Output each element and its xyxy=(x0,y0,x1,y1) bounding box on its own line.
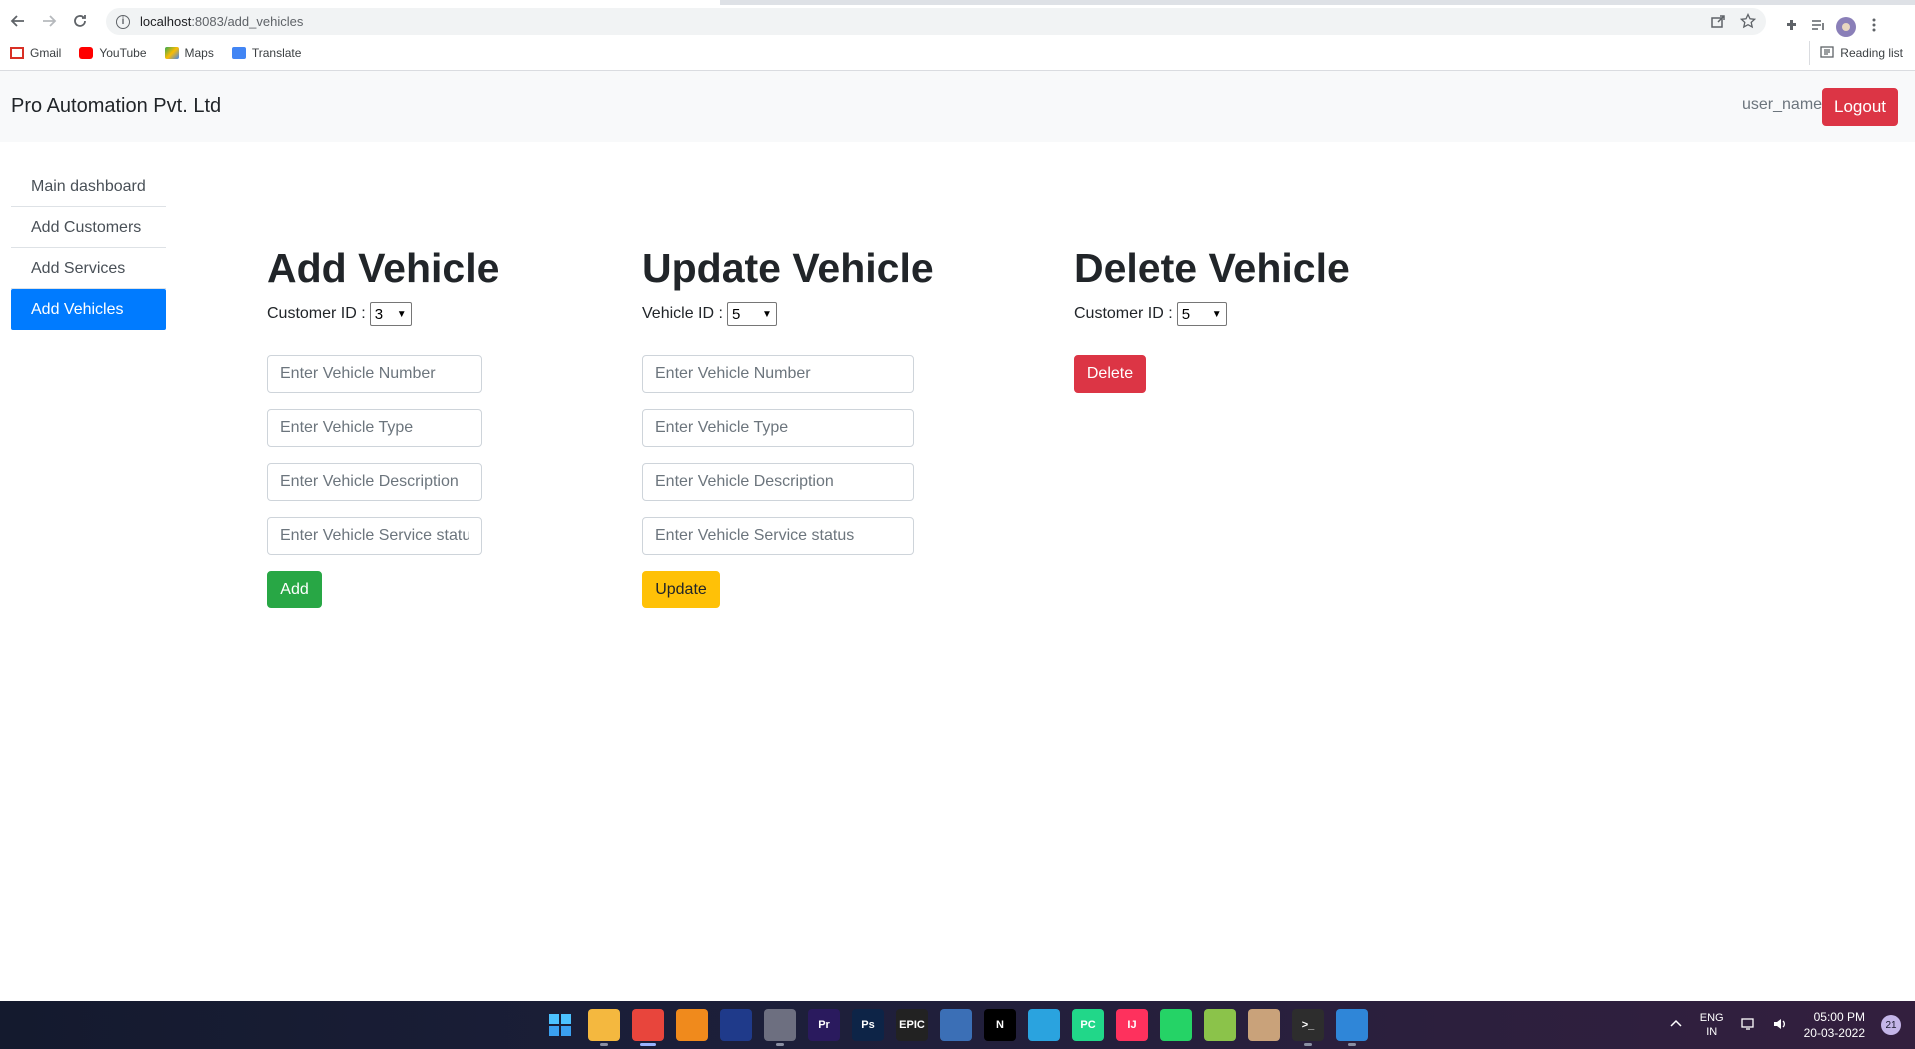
extensions-icon[interactable] xyxy=(1784,17,1800,38)
profile-avatar[interactable] xyxy=(1836,17,1856,37)
tab-strip xyxy=(0,0,1915,5)
sidebar-item-add-customers[interactable]: Add Customers xyxy=(11,207,166,248)
add-button[interactable]: Add xyxy=(267,571,322,608)
chevron-down-icon: ▼ xyxy=(762,308,772,320)
delete-customer-id-select[interactable]: 5 ▼ xyxy=(1176,302,1227,326)
chrome-icon[interactable] xyxy=(632,1009,664,1046)
update-button[interactable]: Update xyxy=(642,571,720,608)
paint-icon[interactable] xyxy=(1248,1009,1280,1041)
update-vehicle-title: Update Vehicle xyxy=(642,245,934,291)
network-icon[interactable] xyxy=(1740,1016,1756,1035)
update-vehicle-description-input[interactable] xyxy=(642,463,914,501)
bookmark-maps[interactable]: Maps xyxy=(164,46,214,60)
bluestacks-icon[interactable] xyxy=(1204,1009,1236,1041)
add-vehicle-status-input[interactable] xyxy=(267,517,482,555)
add-vehicle-title: Add Vehicle xyxy=(267,245,500,291)
gmail-icon xyxy=(10,47,24,59)
maps-icon xyxy=(164,47,179,59)
translate-icon xyxy=(231,47,246,59)
pycharm-icon[interactable]: PC xyxy=(1072,1009,1104,1041)
logout-button[interactable]: Logout xyxy=(1822,88,1898,126)
sidebar-item-main-dashboard[interactable]: Main dashboard xyxy=(11,166,166,207)
reload-icon[interactable] xyxy=(67,8,93,34)
site-info-icon[interactable]: i xyxy=(116,14,130,29)
bookmark-youtube[interactable]: YouTube xyxy=(79,46,147,60)
bookmarks-bar: Gmail YouTube Maps Translate Reading lis… xyxy=(0,41,1915,65)
vehicle-id-label: Vehicle ID : xyxy=(642,305,723,322)
add-vehicle-panel: Add Vehicle Customer ID : 3 ▼ xyxy=(267,240,499,326)
netflix-icon[interactable]: N xyxy=(984,1009,1016,1041)
premiere-icon[interactable]: Pr xyxy=(808,1009,840,1041)
delete-button[interactable]: Delete xyxy=(1074,355,1146,393)
clock[interactable]: 05:00 PM 20-03-2022 xyxy=(1804,1009,1865,1041)
customer-id-select[interactable]: 3 ▼ xyxy=(369,302,412,326)
delete-vehicle-title: Delete Vehicle xyxy=(1074,245,1350,291)
start-icon[interactable] xyxy=(544,1009,576,1041)
omnibox-actions xyxy=(1710,12,1757,34)
chevron-down-icon: ▼ xyxy=(1211,308,1222,320)
update-vehicle-panel: Update Vehicle Vehicle ID : 5 ▼ xyxy=(642,240,934,326)
fl-studio-icon[interactable] xyxy=(676,1009,708,1041)
reading-list-button[interactable]: Reading list xyxy=(1809,41,1903,65)
reading-list-icon xyxy=(1820,45,1834,62)
sidebar-item-add-vehicles[interactable]: Add Vehicles xyxy=(11,289,166,330)
sidebar: Main dashboard Add Customers Add Service… xyxy=(11,166,166,330)
media-controls-icon[interactable] xyxy=(1810,17,1826,38)
intellij-icon[interactable]: IJ xyxy=(1116,1009,1148,1041)
back-icon[interactable] xyxy=(5,8,31,34)
share-icon[interactable] xyxy=(1710,13,1726,34)
volume-icon[interactable] xyxy=(1772,1016,1788,1035)
url-text: localhost:8083/add_vehicles xyxy=(140,14,304,29)
firefox-icon[interactable] xyxy=(720,1009,752,1041)
taskbar: Pr Ps EPIC N PC IJ >_ ENG IN 05:00 PM 20-03-20… xyxy=(0,1001,1915,1049)
address-bar[interactable]: i localhost:8083/add_vehicles xyxy=(106,8,1766,35)
language-indicator[interactable]: ENG IN xyxy=(1700,1011,1724,1039)
browser-extensions xyxy=(1784,12,1882,42)
photos-icon[interactable] xyxy=(1336,1009,1368,1046)
whatsapp-icon[interactable] xyxy=(1160,1009,1192,1041)
virtualbox-icon[interactable] xyxy=(940,1009,972,1041)
add-vehicle-description-input[interactable] xyxy=(267,463,482,501)
delete-customer-id-row: Customer ID : 5 ▼ xyxy=(1074,302,1350,326)
browser-menu-icon[interactable] xyxy=(1866,17,1882,38)
bookmark-translate[interactable]: Translate xyxy=(231,46,301,60)
user-name: user_name xyxy=(1742,96,1823,113)
update-vehicle-type-input[interactable] xyxy=(642,409,914,447)
file-explorer-icon[interactable] xyxy=(588,1009,620,1046)
add-vehicle-number-input[interactable] xyxy=(267,355,482,393)
active-tab[interactable] xyxy=(0,0,720,5)
terminal-icon[interactable]: >_ xyxy=(1292,1009,1324,1046)
telegram-icon[interactable] xyxy=(1028,1009,1060,1041)
delete-vehicle-panel: Delete Vehicle Customer ID : 5 ▼ xyxy=(1074,240,1350,326)
youtube-icon xyxy=(79,47,94,59)
vehicle-id-select[interactable]: 5 ▼ xyxy=(726,302,777,326)
update-vehicle-status-input[interactable] xyxy=(642,517,914,555)
notification-badge[interactable]: 21 xyxy=(1881,1015,1901,1035)
app-icon[interactable] xyxy=(764,1009,796,1046)
bookmark-star-icon[interactable] xyxy=(1739,12,1757,34)
brand-name[interactable]: Pro Automation Pvt. Ltd xyxy=(11,95,221,118)
vehicle-id-row: Vehicle ID : 5 ▼ xyxy=(642,302,934,326)
photoshop-icon[interactable]: Ps xyxy=(852,1009,884,1041)
system-tray: ENG IN 05:00 PM 20-03-2022 21 xyxy=(1668,1001,1901,1049)
bookmark-gmail[interactable]: Gmail xyxy=(10,46,61,60)
delete-customer-id-label: Customer ID : xyxy=(1074,305,1173,322)
customer-id-row: Customer ID : 3 ▼ xyxy=(267,302,499,326)
sidebar-item-add-services[interactable]: Add Services xyxy=(11,248,166,289)
customer-id-label: Customer ID : xyxy=(267,305,366,322)
forward-icon[interactable] xyxy=(36,8,62,34)
add-vehicle-type-input[interactable] xyxy=(267,409,482,447)
tray-overflow-icon[interactable] xyxy=(1668,1016,1684,1035)
epic-games-icon[interactable]: EPIC xyxy=(896,1009,928,1041)
chevron-down-icon: ▼ xyxy=(396,308,407,320)
browser-chrome: i localhost:8083/add_vehicles Gmail YouT… xyxy=(0,0,1915,71)
app-navbar: Pro Automation Pvt. Ltd user_name Logout xyxy=(0,71,1915,142)
taskbar-apps: Pr Ps EPIC N PC IJ >_ xyxy=(544,1009,1368,1046)
browser-toolbar: i localhost:8083/add_vehicles xyxy=(0,6,1915,37)
update-vehicle-number-input[interactable] xyxy=(642,355,914,393)
